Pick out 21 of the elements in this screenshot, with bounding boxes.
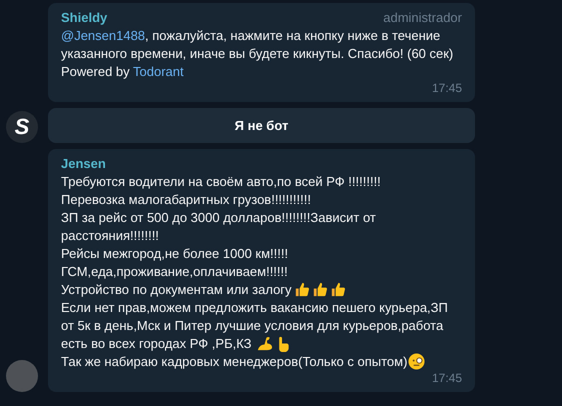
photo-placeholder[interactable]: [6, 360, 38, 392]
message-text: Так же набираю кадровых менеджеров(Только с опытом): [61, 353, 462, 371]
avatar[interactable]: S: [6, 111, 38, 143]
message-text: Устройство по документам или залогу: [61, 281, 462, 299]
message-time: 17:45: [430, 370, 462, 387]
link[interactable]: Todorant: [133, 64, 184, 79]
message-text: Powered by Todorant: [61, 63, 185, 81]
message-text: Рейсы межгород,не более 1000 км!!!!!: [61, 245, 290, 263]
sender-name[interactable]: Shieldy: [61, 9, 108, 27]
message-text: Если нет прав,можем предложить вакансию пешего курьера,ЗП от 5к в день,Мск и Питер лучшие условия для курьеров,работа есть во всех городах РФ ,РБ,КЗ: [61, 299, 449, 353]
monocle-face-icon: [408, 353, 426, 370]
message-text: ЗП за рейс от 500 до 3000 долларов!!!!!!!!Зависит от расстояния!!!!!!!!: [61, 209, 377, 245]
message-text: ГСМ,еда,проживание,оплачиваем!!!!!!: [61, 263, 289, 281]
message-text: @Jensen1488, пожалуйста, нажмите на кнопку ниже в течение указанного времени, иначе вы будете кикнуты. Спасибо! (60 сек): [61, 27, 454, 63]
role-label: administrador: [383, 9, 462, 27]
mention-link[interactable]: @Jensen1488: [61, 28, 146, 43]
message-text: Требуются водители на своём авто,по всей РФ !!!!!!!!!: [61, 173, 382, 191]
message-time: 17:45: [430, 80, 462, 97]
inline-button[interactable]: Я не бот: [48, 108, 475, 143]
message-text: Перевозка малогабаритных грузов!!!!!!!!!!!: [61, 191, 312, 209]
sender-name[interactable]: Jensen: [61, 155, 106, 173]
